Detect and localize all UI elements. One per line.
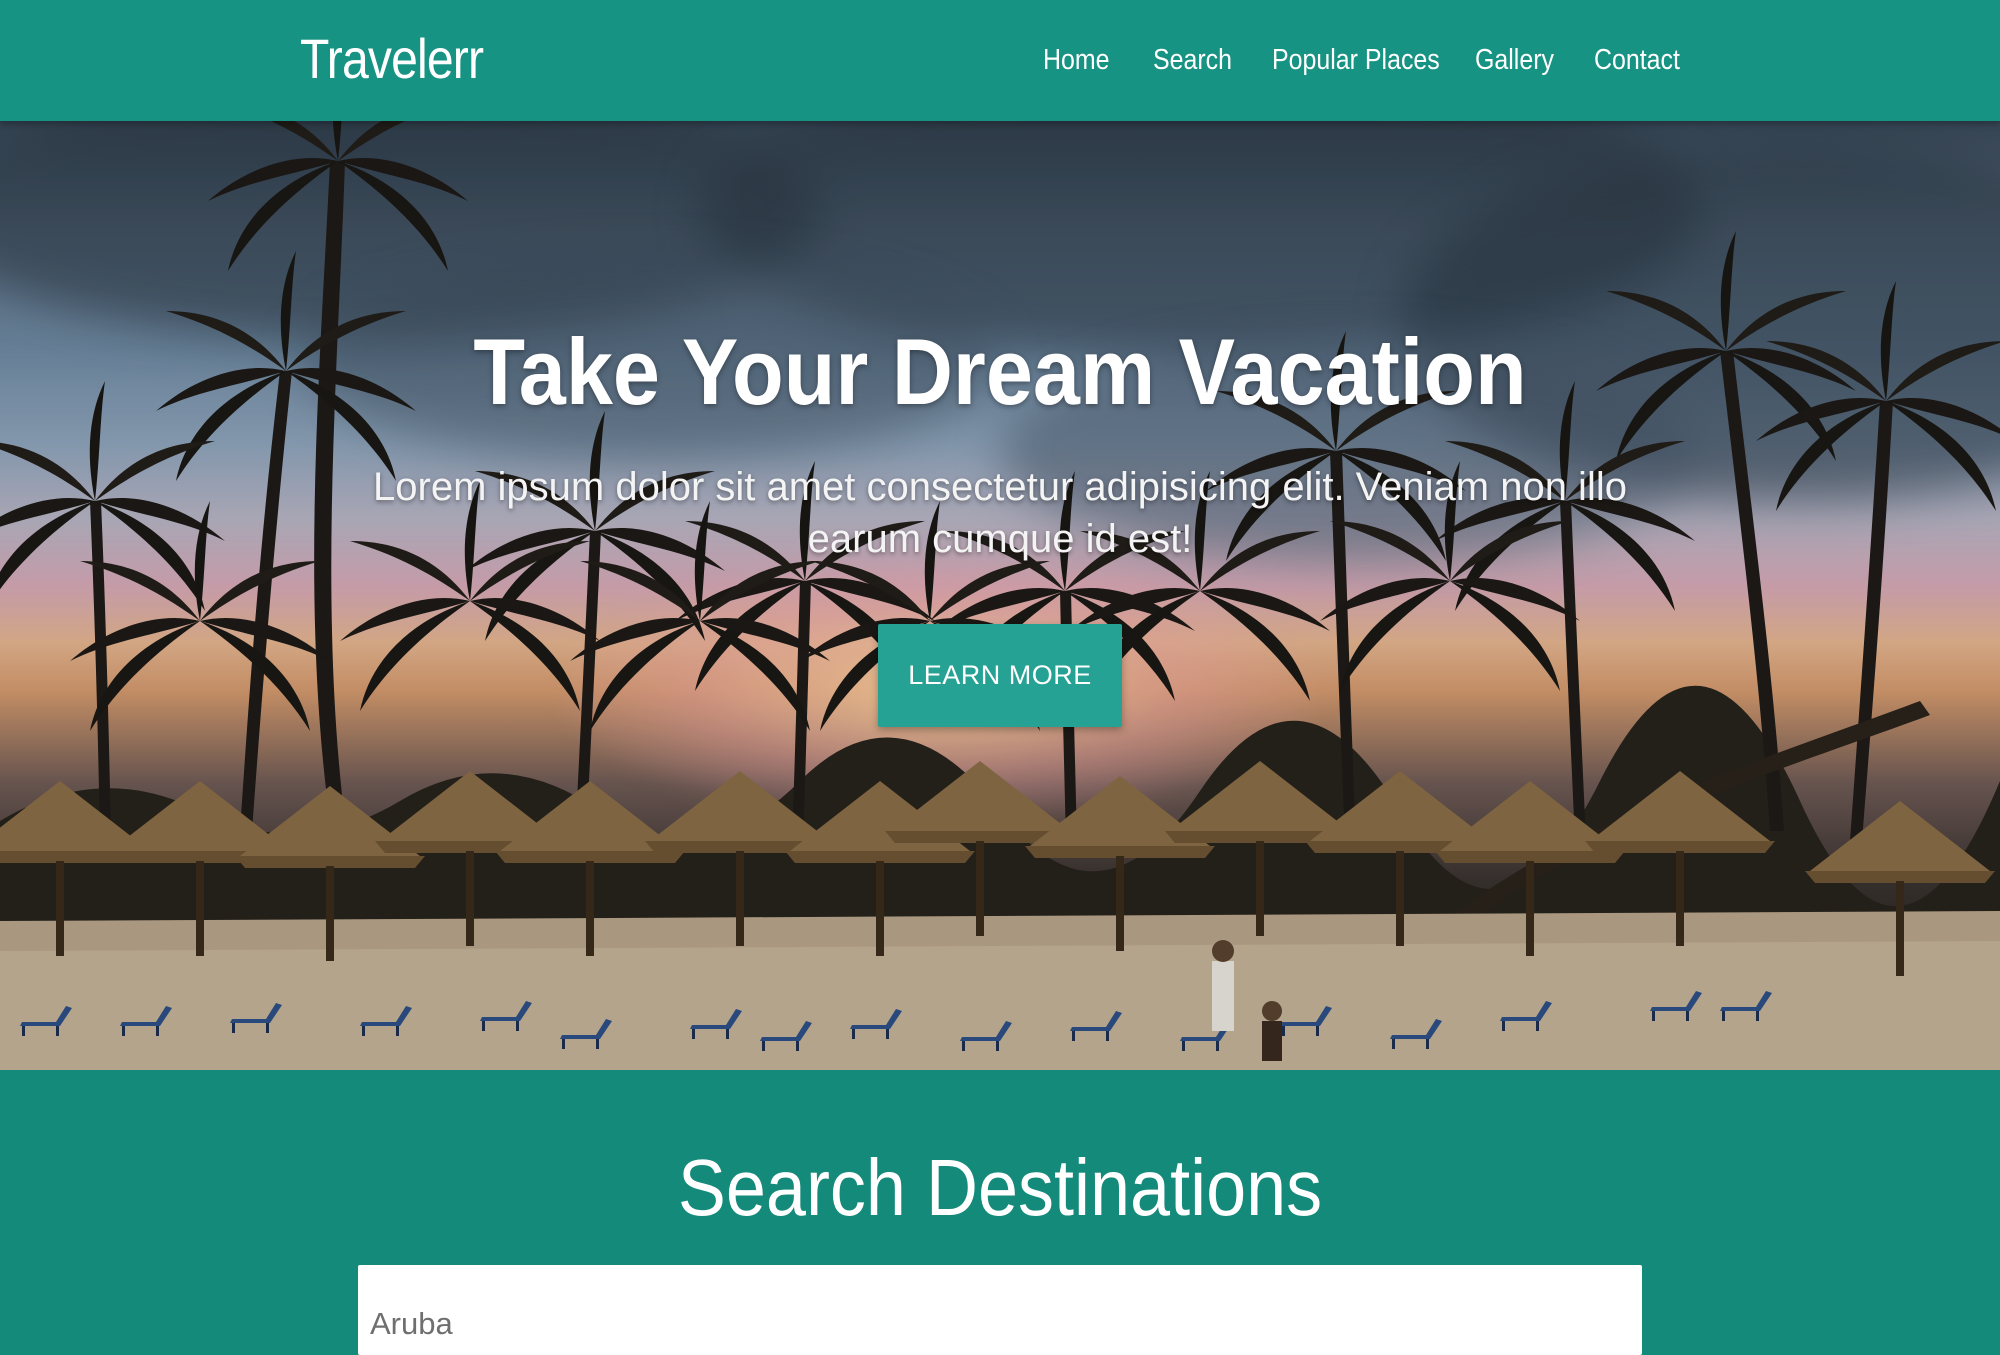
nav-link-popular-places[interactable]: Popular Places (1272, 40, 1440, 80)
hero-dim-overlay (0, 121, 2000, 1070)
learn-more-button[interactable]: LEARN MORE (878, 624, 1122, 727)
search-section-title: Search Destinations (677, 1143, 1323, 1232)
search-section: Search Destinations (0, 1070, 2000, 1355)
destination-search-input[interactable] (358, 1265, 1642, 1355)
nav-link-search[interactable]: Search (1153, 40, 1232, 80)
hero-subtitle: Lorem ipsum dolor sit amet consectetur a… (373, 465, 1627, 561)
top-navbar: Travelerr Home Search Popular Places Gal… (0, 0, 2000, 121)
hero-title: Take Your Dream Vacation (473, 319, 1527, 424)
nav-links: Home Search Popular Places Gallery Conta… (0, 40, 2000, 80)
nav-link-contact[interactable]: Contact (1594, 40, 1680, 80)
nav-link-gallery[interactable]: Gallery (1475, 40, 1554, 80)
nav-link-home[interactable]: Home (1043, 40, 1110, 80)
hero-section: Take Your Dream Vacation Lorem ipsum dol… (0, 121, 2000, 1070)
